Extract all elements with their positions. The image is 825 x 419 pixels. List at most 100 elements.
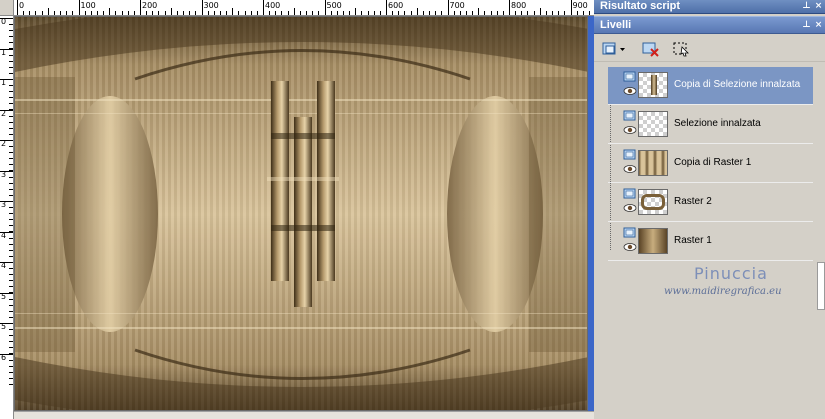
ruler-minor-tick [472, 11, 474, 15]
layer-type-and-eye-icon[interactable] [623, 71, 637, 99]
ruler-minor-tick [521, 11, 523, 15]
ruler-minor-tick [398, 11, 400, 15]
ruler-minor-tick [0, 292, 13, 294]
ruler-minor-tick [9, 194, 13, 196]
image-canvas[interactable] [14, 16, 588, 411]
ruler-label: 100 [80, 1, 96, 10]
ruler-minor-tick [9, 298, 13, 300]
canvas-horizontal-scrollbar[interactable] [14, 411, 594, 419]
vertical-ruler: 0 1 1 2 2 3 3 4 4 5 5 6 [0, 16, 14, 419]
ruler-minor-tick [9, 359, 13, 361]
ruler-tick [263, 0, 264, 15]
layer-name: Copia di Selezione innalzata [674, 79, 801, 90]
app-root: 0 100 200 300 400 500 600 700 800 900 0 1 1 2 2 3 3 4 4 5 5… [0, 0, 825, 419]
layer-name: Copia di Raster 1 [674, 157, 752, 168]
ruler-minor-tick [9, 24, 13, 25]
ruler-minor-tick [9, 164, 13, 165]
close-icon[interactable]: × [813, 20, 824, 31]
ruler-minor-tick [9, 158, 13, 159]
ruler-minor-tick [392, 11, 394, 15]
ruler-minor-tick [41, 11, 43, 15]
thumbnail-bar [651, 75, 657, 95]
layer-row[interactable]: Raster 2 [608, 184, 813, 222]
ruler-minor-tick [281, 11, 283, 15]
ruler-minor-tick [293, 8, 295, 15]
ruler-minor-tick [9, 91, 13, 92]
ruler-label: 5 [1, 291, 7, 301]
ruler-minor-tick [90, 11, 92, 15]
ruler-minor-tick [9, 30, 13, 31]
ruler-minor-tick [9, 127, 13, 129]
ruler-minor-tick [152, 11, 154, 15]
layers-toolbar [594, 35, 825, 62]
ruler-minor-tick [527, 11, 529, 15]
close-icon[interactable]: × [813, 1, 824, 12]
selection-tool-icon [673, 42, 689, 56]
ruler-minor-tick [176, 11, 178, 15]
ruler-minor-tick [164, 11, 166, 15]
ruler-label: 2 [1, 139, 7, 148]
layer-type-and-eye-icon[interactable] [623, 110, 637, 138]
ruler-minor-tick [373, 11, 375, 15]
layers-scrollbar[interactable] [817, 262, 825, 310]
ruler-minor-tick [9, 72, 13, 74]
ruler-minor-tick [9, 268, 13, 269]
ruler-minor-tick [66, 11, 68, 15]
ruler-minor-tick [226, 11, 228, 15]
ruler-minor-tick [9, 207, 13, 208]
layer-type-and-eye-icon[interactable] [623, 149, 637, 177]
ruler-label: 900 [572, 1, 588, 10]
layer-visibility-group [623, 149, 637, 177]
ruler-minor-tick [318, 11, 320, 15]
ruler-minor-tick [127, 11, 129, 15]
pin-icon[interactable]: ⊥ [801, 20, 812, 31]
layers-title: Livelli [600, 19, 632, 31]
ruler-minor-tick [564, 11, 566, 15]
ruler-minor-tick [478, 8, 480, 15]
ruler-minor-tick [9, 36, 13, 37]
ruler-minor-tick [96, 11, 98, 15]
ruler-minor-tick [9, 115, 13, 117]
ruler-minor-tick [189, 11, 191, 15]
layer-row[interactable]: Raster 1 [608, 223, 813, 261]
layer-row[interactable]: Selezione innalzata [608, 106, 813, 144]
ruler-minor-tick [9, 85, 13, 86]
layer-type-and-eye-icon[interactable] [623, 188, 637, 216]
ruler-minor-tick [9, 280, 13, 281]
ruler-minor-tick [9, 60, 13, 62]
ruler-minor-tick [306, 11, 308, 15]
ruler-minor-tick [9, 182, 13, 184]
ruler-minor-tick [238, 11, 240, 15]
ruler-minor-tick [287, 11, 289, 15]
ruler-minor-tick [53, 11, 55, 15]
layer-row[interactable]: Copia di Selezione innalzata [608, 67, 813, 105]
ruler-label: 5 [1, 322, 7, 331]
ruler-tick [17, 0, 18, 15]
new-layer-button[interactable] [600, 39, 628, 58]
abstract-bronze-artwork [15, 17, 587, 410]
ruler-minor-tick [9, 213, 13, 214]
ruler-corner [0, 0, 14, 16]
layer-type-and-eye-icon[interactable] [623, 227, 637, 255]
new-layer-icon [602, 42, 625, 54]
delete-layer-button[interactable] [640, 39, 662, 58]
ruler-minor-tick [410, 11, 412, 15]
layer-visibility-group [623, 188, 637, 216]
layer-row[interactable]: Copia di Raster 1 [608, 145, 813, 183]
ruler-minor-tick [9, 310, 13, 312]
ruler-minor-tick [256, 11, 258, 15]
ruler-minor-tick [349, 11, 351, 15]
pin-icon[interactable]: ⊥ [801, 1, 812, 12]
ruler-minor-tick [9, 249, 13, 251]
ruler-minor-tick [312, 11, 314, 15]
ruler-minor-tick [133, 11, 135, 15]
ruler-minor-tick [9, 237, 13, 239]
ruler-minor-tick [9, 42, 13, 43]
layer-name: Raster 2 [674, 196, 712, 207]
script-output-titlebar: Risultato script ⊥ × [594, 0, 825, 14]
selection-tool-button[interactable] [670, 39, 692, 58]
ruler-label: 300 [203, 1, 219, 10]
ruler-minor-tick [146, 11, 148, 15]
thumbnail-frame [641, 194, 665, 210]
ruler-minor-tick [9, 347, 13, 348]
